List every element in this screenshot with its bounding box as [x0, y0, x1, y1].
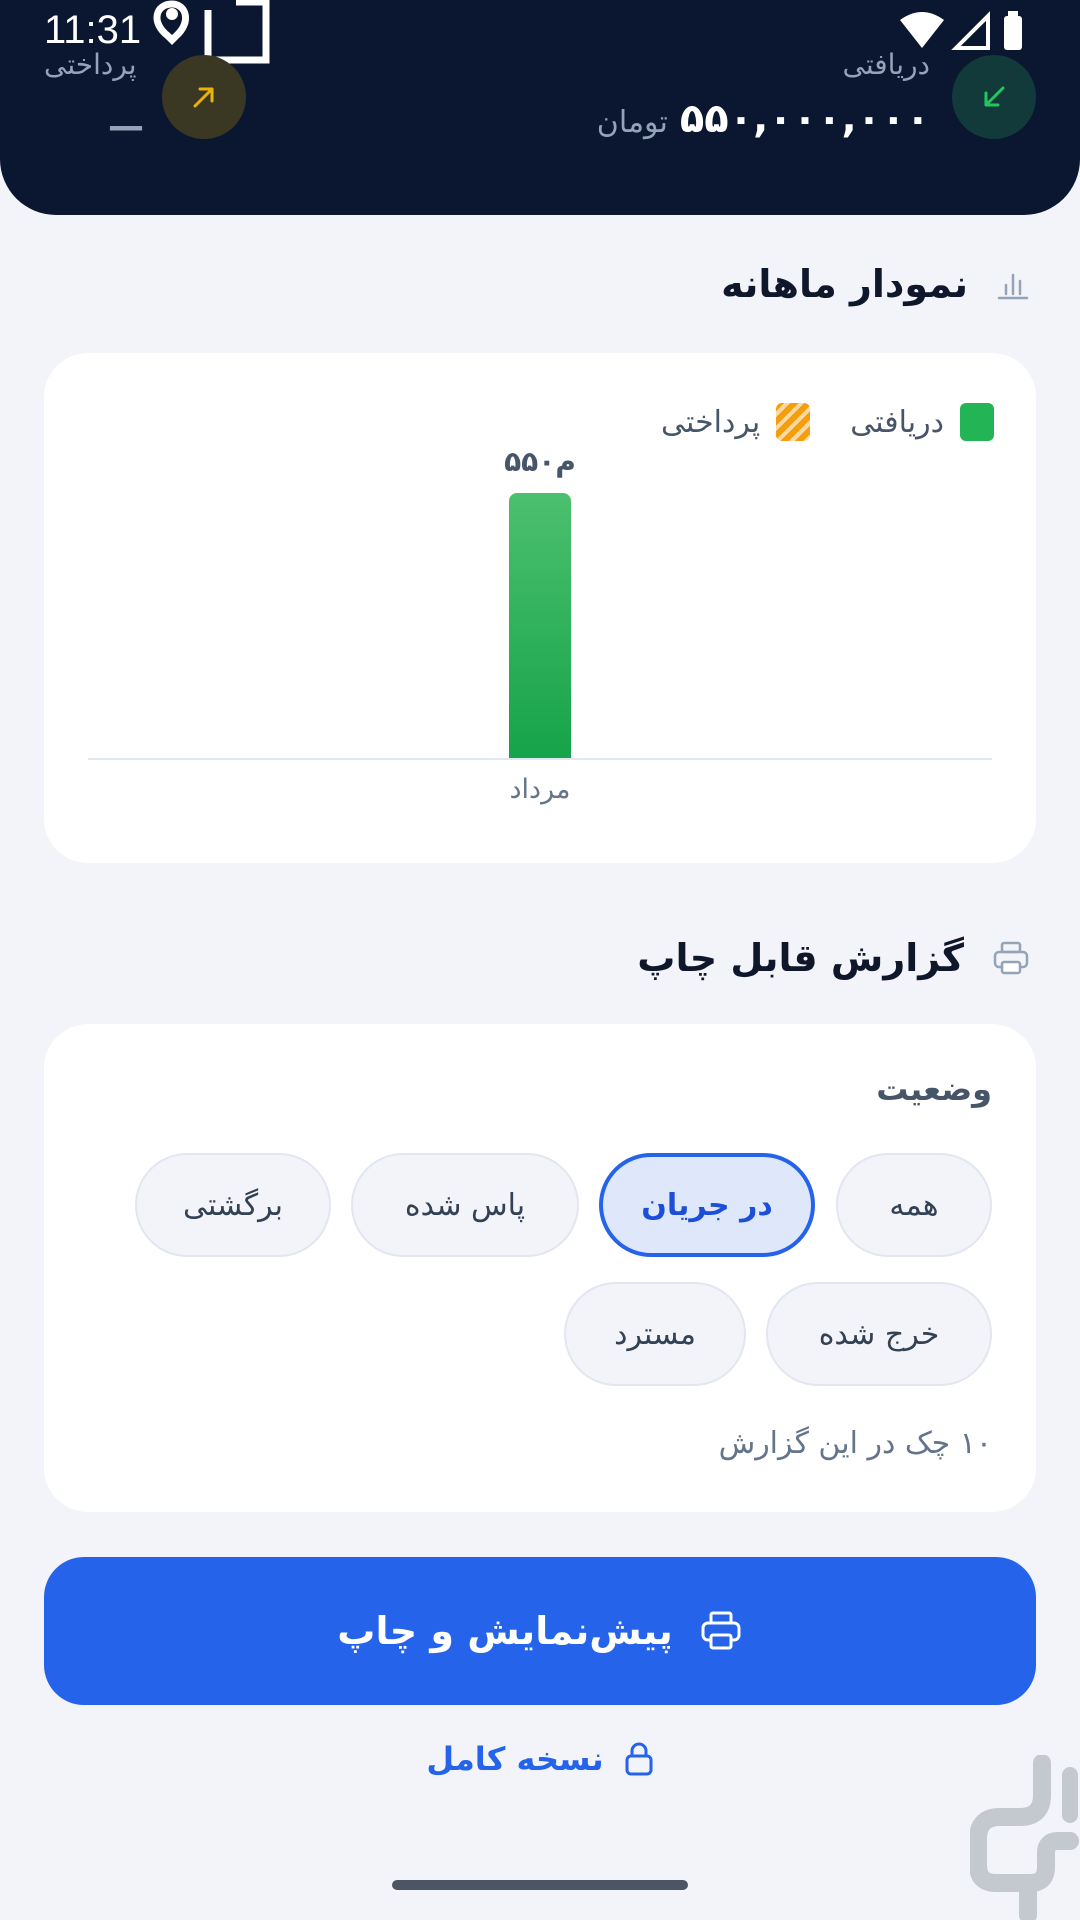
paid-label: پرداختی [44, 48, 137, 81]
status-bar-icons [900, 11, 1022, 50]
legend-item-received: دریافتی [850, 403, 994, 441]
filter-chip-refunded[interactable]: مسترد [564, 1282, 746, 1386]
received-icon-badge [952, 55, 1036, 139]
legend-label-paid: پرداختی [661, 404, 761, 440]
legend-item-paid: پرداختی [661, 403, 811, 441]
chart-baseline [88, 758, 992, 760]
home-indicator[interactable] [392, 1880, 688, 1890]
received-label: دریافتی [842, 48, 931, 81]
paid-icon-badge [162, 55, 246, 139]
battery-icon [1004, 16, 1022, 50]
printer-icon [701, 1611, 741, 1650]
chart-bar-received [509, 493, 571, 758]
arrow-up-right-icon [193, 87, 214, 108]
monthly-chart-card: دریافتی پرداختی ۵۵۰م مرداد [44, 353, 1036, 863]
legend-swatch-paid [776, 403, 811, 441]
full-version-label: نسخه کامل [426, 1740, 604, 1778]
filter-chip-all[interactable]: همه [836, 1153, 992, 1257]
legend-swatch-received [960, 403, 994, 441]
printable-report-title: گزارش قابل چاپ [637, 936, 964, 980]
status-filter-label: وضعیت [876, 1070, 992, 1108]
filter-chip-passed[interactable]: پاس شده [351, 1153, 579, 1257]
summary-header: 11:31 دریافتی ۵۵۰,۰۰۰,۰۰۰ تومان پرداختی — [0, 0, 1080, 215]
monthly-chart-heading: نمودار ماهانه [721, 262, 1030, 306]
store-watermark-icon [970, 1755, 1079, 1920]
report-filter-card: وضعیت همه در جریان پاس شده برگشتی خرج شد… [44, 1024, 1036, 1512]
received-amount-value: ۵۵۰,۰۰۰,۰۰۰ [679, 96, 930, 142]
filter-chip-in-progress[interactable]: در جریان [599, 1153, 815, 1257]
chart-legend: دریافتی پرداختی [661, 403, 994, 441]
legend-label-received: دریافتی [850, 404, 944, 440]
signal-icon [951, 11, 990, 50]
report-check-count: ۱۰ چک در این گزارش [718, 1426, 992, 1461]
print-preview-label: پیش‌نمایش و چاپ [337, 1609, 673, 1653]
full-version-link[interactable]: نسخه کامل [0, 1740, 1080, 1778]
monthly-chart-title: نمودار ماهانه [721, 262, 968, 306]
app-store-logo-icon [153, 0, 270, 64]
printable-report-heading: گزارش قابل چاپ [637, 936, 1030, 980]
arrow-down-left-icon [984, 86, 1005, 107]
filter-chip-spent[interactable]: خرج شده [766, 1282, 992, 1386]
chart-bar-value-label: ۵۵۰م [504, 445, 576, 478]
bar-chart-icon [997, 273, 1029, 300]
filter-chip-returned[interactable]: برگشتی [135, 1153, 331, 1257]
print-preview-button[interactable]: پیش‌نمایش و چاپ [44, 1557, 1036, 1705]
status-bar-time: 11:31 [44, 8, 142, 52]
received-amount-unit: تومان [596, 105, 668, 140]
chart-x-tick-label: مرداد [509, 774, 571, 805]
wifi-icon [900, 12, 944, 48]
lock-icon [625, 1742, 653, 1776]
printer-icon [993, 941, 1029, 975]
received-amount: ۵۵۰,۰۰۰,۰۰۰ تومان [597, 96, 930, 142]
paid-amount: — [108, 106, 144, 147]
